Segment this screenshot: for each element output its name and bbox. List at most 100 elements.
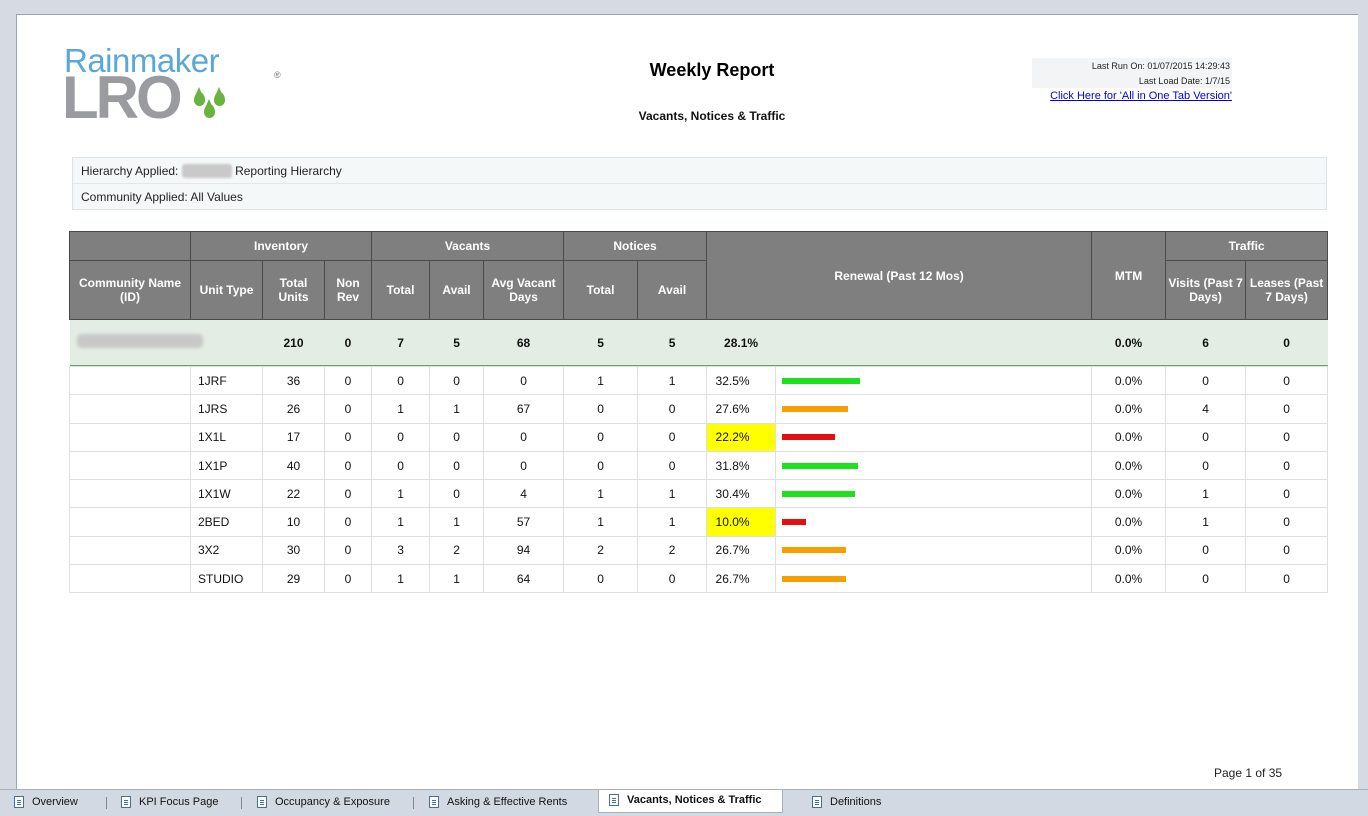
unit-type-header: Unit Type <box>190 260 263 320</box>
renewal-header: Renewal (Past 12 Mos) <box>706 231 1093 320</box>
table-row: 3X2 30 0 3 2 94 2 2 26.7% 0.0% 0 0 <box>69 535 1329 566</box>
notices-avail-header: Avail <box>637 260 708 320</box>
not-total-cell: 1 <box>563 365 639 396</box>
avg-vacant-days-header: Avg Vacant Days <box>483 260 565 320</box>
vac-avail-cell: 0 <box>429 450 485 481</box>
total-units-cell: 40 <box>262 450 325 481</box>
summary-renewal: 28.1% <box>706 319 776 366</box>
page-indicator: Page 1 of 35 <box>1214 766 1283 780</box>
summary-non-rev: 0 <box>324 319 372 366</box>
non-rev-cell: 0 <box>323 394 373 424</box>
notices-group-header: Notices <box>563 231 708 261</box>
tab-label: Occupancy & Exposure <box>275 796 390 808</box>
not-avail-cell: 0 <box>637 394 708 424</box>
unit-type-cell: 1JRF <box>190 365 263 396</box>
tab-overview[interactable]: Overview <box>14 792 78 814</box>
leases-cell: 0 <box>1245 564 1329 594</box>
not-avail-cell: 0 <box>637 564 708 594</box>
table-row: 1X1L 17 0 0 0 0 0 0 22.2% 0.0% 0 0 <box>69 422 1329 452</box>
avg-vacant-days-cell: 0 <box>483 450 565 481</box>
summary-notices-total: 5 <box>563 319 638 366</box>
renewal-bar <box>782 434 836 441</box>
not-avail-cell: 1 <box>637 507 708 537</box>
renewal-bar-cell <box>775 394 1093 424</box>
non-rev-cell: 0 <box>323 479 373 509</box>
tab-vacants-notices-traffic[interactable]: Vacants, Notices & Traffic <box>598 790 783 813</box>
all-in-one-tab-link[interactable]: Click Here for 'All in One Tab Version' <box>1040 90 1232 102</box>
vac-total-cell: 1 <box>371 394 431 424</box>
vac-total-cell: 0 <box>371 365 431 396</box>
community-name-cell <box>69 507 191 537</box>
inventory-group-header: Inventory <box>189 231 373 261</box>
non-rev-cell: 0 <box>323 450 373 481</box>
visits-cell: 1 <box>1165 479 1247 509</box>
document-icon <box>14 796 24 809</box>
vacants-group-header: Vacants <box>371 231 565 261</box>
leases-cell: 0 <box>1245 535 1329 566</box>
total-units-cell: 26 <box>262 394 325 424</box>
leases-cell: 0 <box>1245 479 1329 509</box>
not-total-cell: 0 <box>563 450 639 481</box>
mtm-cell: 0.0% <box>1091 507 1167 537</box>
report-title: Weekly Report <box>649 60 775 80</box>
renewal-bar <box>782 490 856 497</box>
summary-vacants-total: 7 <box>371 319 430 366</box>
visits-cell: 4 <box>1165 394 1247 424</box>
table-row: STUDIO 29 0 1 1 64 0 0 26.7% 0.0% 0 0 <box>69 564 1329 594</box>
not-avail-cell: 2 <box>637 535 708 566</box>
community-name-cell <box>69 365 191 396</box>
renewal-percent-cell: 26.7% <box>706 564 777 594</box>
not-avail-cell: 1 <box>637 365 708 396</box>
renewal-bar-cell <box>775 450 1093 481</box>
filters-panel: Hierarchy Applied: Reporting Hierarchy C… <box>72 157 1327 210</box>
mtm-cell: 0.0% <box>1091 564 1167 594</box>
summary-mtm: 0.0% <box>1091 319 1166 366</box>
table-row: 2BED 10 0 1 1 57 1 1 10.0% 0.0% 1 0 <box>69 507 1329 537</box>
renewal-percent-cell: 32.5% <box>706 365 777 396</box>
vac-total-cell: 1 <box>371 564 431 594</box>
tab-occupancy-exposure[interactable]: Occupancy & Exposure <box>257 792 390 814</box>
not-total-cell: 1 <box>563 479 639 509</box>
renewal-percent-cell: 10.0% <box>706 507 777 537</box>
visits-cell: 0 <box>1165 365 1247 396</box>
not-total-cell: 1 <box>563 507 639 537</box>
vac-avail-cell: 0 <box>429 479 485 509</box>
vacants-total-header: Total <box>371 260 431 320</box>
renewal-bar <box>782 462 859 469</box>
tab-definitions[interactable]: Definitions <box>812 792 881 814</box>
tab-label: Asking & Effective Rents <box>447 796 568 808</box>
tab-kpi-focus-page[interactable]: KPI Focus Page <box>121 792 219 814</box>
visits-header: Visits (Past 7 Days) <box>1165 260 1247 320</box>
unit-type-cell: 2BED <box>190 507 263 537</box>
total-units-cell: 30 <box>262 535 325 566</box>
summary-leases: 0 <box>1245 319 1328 366</box>
tab-label: KPI Focus Page <box>139 796 219 808</box>
tab-label: Definitions <box>830 796 882 808</box>
mtm-cell: 0.0% <box>1091 450 1167 481</box>
tab-asking-effective-rents[interactable]: Asking & Effective Rents <box>429 792 567 814</box>
vacants-avail-header: Avail <box>429 260 485 320</box>
total-units-cell: 10 <box>262 507 325 537</box>
visits-cell: 0 <box>1165 422 1247 452</box>
community-name-cell <box>69 394 191 424</box>
document-icon <box>609 794 619 807</box>
tab-separator <box>241 797 242 809</box>
table-row: 1JRS 26 0 1 1 67 0 0 27.6% 0.0% 4 0 <box>69 394 1329 424</box>
document-icon <box>257 796 267 809</box>
mtm-cell: 0.0% <box>1091 422 1167 452</box>
avg-vacant-days-cell: 67 <box>483 394 565 424</box>
renewal-percent-cell: 22.2% <box>706 422 777 452</box>
total-units-cell: 22 <box>262 479 325 509</box>
vac-avail-cell: 2 <box>429 535 485 566</box>
logo-bottom-text: LRO <box>62 64 183 131</box>
document-icon <box>121 796 131 809</box>
total-units-header: Total Units <box>262 260 325 320</box>
vac-avail-cell: 1 <box>429 507 485 537</box>
logo-registered-mark: ® <box>274 70 281 80</box>
hierarchy-value: Reporting Hierarchy <box>235 164 342 178</box>
tab-separator <box>413 797 414 809</box>
mtm-cell: 0.0% <box>1091 535 1167 566</box>
unit-type-cell: STUDIO <box>190 564 263 594</box>
last-run-text: Last Run On: 01/07/2015 14:29:43 <box>1091 61 1230 71</box>
summary-avg-vacant-days: 68 <box>483 319 564 366</box>
